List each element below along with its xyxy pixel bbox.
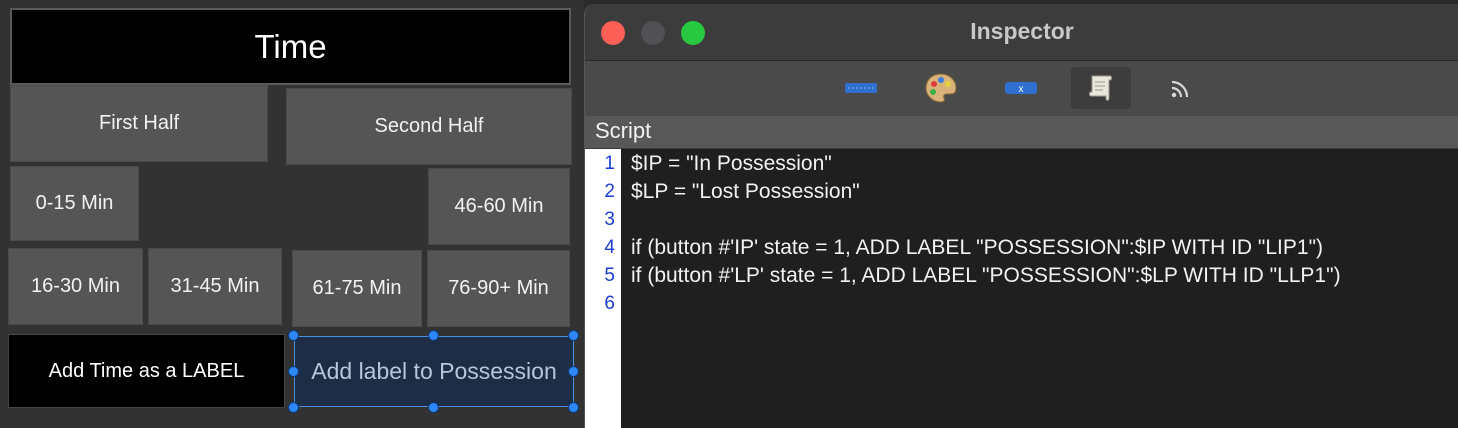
code-line[interactable]: $LP = "Lost Possession" [631,180,860,204]
line-number: 2 [604,181,615,202]
resize-handle-top[interactable] [428,330,439,341]
line-number: 6 [604,293,615,314]
inspector-toolbar: x [585,60,1458,117]
line-number: 4 [604,237,615,258]
script-section-label: Script [585,116,1458,148]
inspector-window: Inspector x Script 1 2 3 4 5 6 $IP = "In… [584,4,1458,428]
layout-canvas: Time First Half Second Half 0-15 Min 46-… [0,0,584,428]
script-editor[interactable]: 1 2 3 4 5 6 $IP = "In Possession" $LP = … [585,149,1458,428]
resize-handle-bottom-right[interactable] [568,402,579,413]
min-0-15-button[interactable]: 0-15 Min [10,166,139,241]
resize-handle-top-right[interactable] [568,330,579,341]
resize-handle-bottom[interactable] [428,402,439,413]
second-half-button[interactable]: Second Half [286,88,572,165]
line-number: 1 [604,153,615,174]
time-title-label: Time [10,8,571,85]
min-31-45-button[interactable]: 31-45 Min [148,248,282,325]
min-61-75-button[interactable]: 61-75 Min [292,250,422,327]
window-title: Inspector [970,18,1074,44]
line-number: 3 [604,209,615,230]
code-line[interactable]: if (button #'LP' state = 1, ADD LABEL "P… [631,264,1341,288]
resize-handle-right[interactable] [568,366,579,377]
add-possession-label-button[interactable]: Add label to Possession [294,336,574,407]
resize-handle-bottom-left[interactable] [288,402,299,413]
resize-handle-top-left[interactable] [288,330,299,341]
broadcast-icon[interactable] [1151,67,1211,109]
svg-text:x: x [1019,84,1024,95]
line-number: 5 [604,265,615,286]
code-line[interactable]: if (button #'IP' state = 1, ADD LABEL "P… [631,236,1323,260]
window-titlebar[interactable]: Inspector [585,4,1458,60]
script-scroll-icon[interactable] [1071,67,1131,109]
resize-handle-left[interactable] [288,366,299,377]
line-number-gutter: 1 2 3 4 5 6 [585,149,621,428]
code-line[interactable]: $IP = "In Possession" [631,152,832,176]
min-76-90-button[interactable]: 76-90+ Min [427,250,570,327]
variable-tag-icon[interactable]: x [991,67,1051,109]
min-46-60-button[interactable]: 46-60 Min [428,168,570,245]
first-half-button[interactable]: First Half [10,85,268,162]
add-time-label-button[interactable]: Add Time as a LABEL [8,334,285,408]
ruler-icon[interactable] [831,67,891,109]
min-16-30-button[interactable]: 16-30 Min [8,248,143,325]
palette-icon[interactable] [911,67,971,109]
